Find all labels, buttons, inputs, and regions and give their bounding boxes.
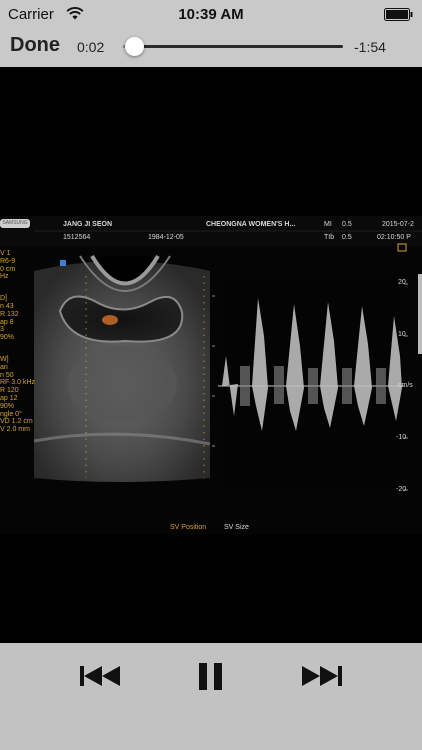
param-line: RF 3.0 kHz bbox=[0, 379, 36, 387]
tib-label: TIb bbox=[324, 234, 335, 241]
done-button[interactable]: Done bbox=[10, 34, 60, 57]
param-line: n 43 bbox=[0, 302, 14, 310]
param-line: 90% bbox=[0, 402, 15, 410]
param-line: R 132 bbox=[0, 310, 19, 318]
mi-label: MI bbox=[324, 221, 332, 228]
patient-name: JANG JI SEON bbox=[63, 221, 113, 228]
param-line: ap 12 bbox=[0, 394, 18, 402]
institution: CHEONGNA WOMEN'S H... bbox=[206, 221, 296, 228]
samsung-logo: SAMSUNG bbox=[0, 219, 30, 228]
pause-icon bbox=[196, 663, 226, 695]
sv-size-label: SV Size bbox=[224, 524, 249, 531]
param-line: ngle 0° bbox=[0, 410, 22, 418]
param-line: 90% bbox=[0, 334, 15, 342]
pause-button[interactable] bbox=[196, 661, 226, 696]
ultrasound-image bbox=[0, 216, 422, 491]
param-line: Hz bbox=[0, 273, 9, 281]
scrubber-thumb[interactable] bbox=[125, 37, 144, 56]
param-line: R6-9 bbox=[0, 257, 16, 265]
param-line: 0 cm bbox=[0, 265, 16, 273]
scale-unit: cm/s bbox=[398, 382, 413, 389]
elapsed-time: 0:02 bbox=[77, 39, 105, 55]
mi-value: 0.5 bbox=[342, 221, 352, 228]
exam-date: 2015-07-2 bbox=[382, 221, 414, 228]
battery-icon bbox=[384, 8, 414, 26]
param-line: an bbox=[0, 363, 8, 371]
scrubber-track[interactable] bbox=[123, 37, 343, 56]
param-line: 3 bbox=[0, 326, 4, 334]
top-chrome: Carrier 10:39 AM Done 0:02 -1:54 bbox=[0, 0, 422, 67]
video-frame[interactable]: SAMSUNG JANG JI SEON 1512564 1984-12-05 … bbox=[0, 216, 422, 534]
param-line: n 50 bbox=[0, 371, 14, 379]
param-line: ap 8 bbox=[0, 318, 14, 326]
scrubber-row: Done 0:02 -1:54 bbox=[0, 30, 422, 64]
patient-id: 1512564 bbox=[63, 234, 91, 241]
param-line: W] bbox=[0, 355, 9, 363]
param-line: VD 1.2 cm bbox=[0, 418, 33, 426]
param-line: D] bbox=[0, 295, 7, 303]
param-line: R 120 bbox=[0, 387, 19, 395]
sv-position-label: SV Position bbox=[170, 524, 207, 531]
param-line: V 1 bbox=[0, 250, 11, 257]
skip-back-icon bbox=[78, 666, 122, 695]
status-bar: Carrier 10:39 AM bbox=[0, 0, 422, 28]
scale-label: -20 bbox=[396, 486, 407, 493]
status-time: 10:39 AM bbox=[178, 6, 244, 23]
scale-label: -10 bbox=[396, 434, 407, 441]
scale-label: 10 bbox=[398, 331, 406, 338]
rewind-button[interactable] bbox=[78, 661, 122, 696]
exam-clock: 02:10:50 P bbox=[377, 234, 411, 241]
playback-controls bbox=[0, 643, 422, 750]
param-line: V 2.0 mm bbox=[0, 426, 30, 434]
parameter-panel: V 1 R6-9 0 cm Hz D] n 43 R 132 ap 8 3 90… bbox=[0, 250, 36, 434]
remaining-time: -1:54 bbox=[354, 39, 386, 55]
scale-label: 20 bbox=[398, 279, 406, 286]
skip-forward-icon bbox=[300, 666, 344, 695]
birth-date: 1984-12-05 bbox=[148, 234, 184, 241]
tib-value: 0.5 bbox=[342, 234, 352, 241]
forward-button[interactable] bbox=[300, 661, 344, 696]
